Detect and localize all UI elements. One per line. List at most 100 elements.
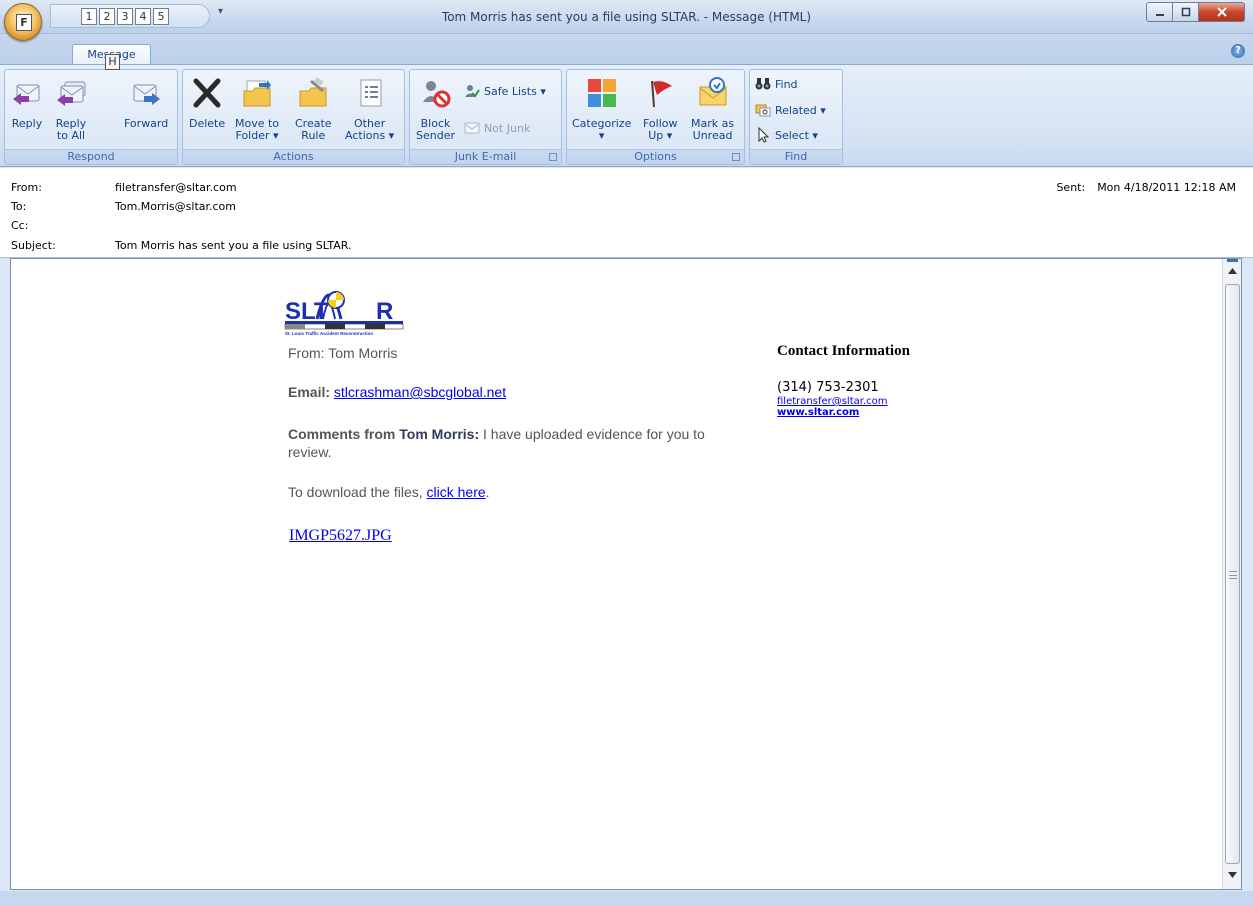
logo-text-left: SLT xyxy=(285,298,329,325)
comments-text-2: review. xyxy=(288,444,332,460)
follow-up-button[interactable]: Follow Up ▾ xyxy=(643,76,678,142)
categorize-label-2: ▾ xyxy=(598,129,605,142)
download-link[interactable]: click here xyxy=(427,484,486,500)
vertical-scrollbar[interactable] xyxy=(1222,259,1241,889)
to-label: To: xyxy=(11,200,27,213)
contact-title: Contact Information xyxy=(777,343,910,359)
scrollbar-thumb[interactable] xyxy=(1225,284,1240,864)
other-actions-icon xyxy=(353,76,387,110)
header-to-row: To: Tom.Morris@sltar.com xyxy=(11,200,236,213)
comments-text-1: I have uploaded evidence for you to xyxy=(479,426,705,442)
contact-information: Contact Information (314) 753-2301 filet… xyxy=(777,343,910,418)
logo-text-right: R xyxy=(376,298,393,325)
related-label: Related ▾ xyxy=(775,103,826,117)
scroll-down-arrow-icon xyxy=(1228,872,1237,878)
cursor-icon xyxy=(755,127,771,143)
sent-label: Sent: xyxy=(1056,181,1086,194)
message-header: From: filetransfer@sltar.com To: Tom.Morri… xyxy=(0,168,1253,258)
reply-icon xyxy=(10,76,44,110)
download-text: To download the files, xyxy=(288,484,427,500)
group-actions: Delete Move to Folder ▾ Create Rule Othe… xyxy=(182,69,405,165)
contact-website-link[interactable]: www.sltar.com xyxy=(777,407,910,418)
other-actions-button[interactable]: Other Actions ▾ xyxy=(345,76,394,142)
mark-as-unread-button[interactable]: Mark as Unread xyxy=(691,76,734,142)
cc-label: Cc: xyxy=(11,219,29,232)
reply-button[interactable]: Reply xyxy=(10,76,44,130)
header-cc-row: Cc: xyxy=(11,219,115,232)
forward-button[interactable]: Forward xyxy=(124,76,168,130)
move-to-folder-button[interactable]: Move to Folder ▾ xyxy=(235,76,279,142)
group-options-label: Options xyxy=(567,149,744,164)
not-junk-icon xyxy=(464,120,480,136)
sender-email-line: Email: stlcrashman@sbcglobal.net xyxy=(288,384,506,400)
mark-unread-icon xyxy=(696,76,730,110)
binoculars-icon xyxy=(755,76,771,92)
group-find-label: Find xyxy=(750,149,842,164)
safe-lists-button[interactable]: Safe Lists ▾ xyxy=(464,83,546,99)
group-junk-email: Block Sender Safe Lists ▾ Not Junk Junk … xyxy=(409,69,562,165)
create-rule-button[interactable]: Create Rule xyxy=(295,76,332,142)
sent-date: Sent: Mon 4/18/2011 12:18 AM xyxy=(1056,181,1236,194)
block-sender-button[interactable]: Block Sender xyxy=(416,76,455,142)
sender-email-link[interactable]: stlcrashman@sbcglobal.net xyxy=(334,384,506,400)
to-address[interactable]: Tom.Morris@sltar.com xyxy=(115,200,236,213)
from-address[interactable]: filetransfer@sltar.com xyxy=(115,181,237,194)
options-dialog-launcher[interactable] xyxy=(732,153,740,161)
delete-button[interactable]: Delete xyxy=(189,76,225,130)
download-line: To download the files, click here. xyxy=(288,484,490,500)
office-button[interactable]: F xyxy=(4,3,42,41)
junk-email-dialog-launcher[interactable] xyxy=(549,153,557,161)
group-junk-email-label: Junk E-mail xyxy=(410,149,561,164)
block-sender-label-2: Sender xyxy=(416,129,455,142)
split-handle[interactable] xyxy=(1227,259,1238,262)
email-label: Email: xyxy=(288,384,331,400)
group-actions-label: Actions xyxy=(183,149,404,164)
scrollbar-grip xyxy=(1229,571,1237,579)
create-rule-icon xyxy=(296,76,330,110)
minimize-icon xyxy=(1155,14,1164,16)
maximize-button[interactable] xyxy=(1173,2,1199,22)
group-respond: Reply Reply to All Forward Respond xyxy=(4,69,178,165)
comments-label: Comments from xyxy=(288,426,396,442)
contact-phone: (314) 753-2301 xyxy=(777,380,879,395)
minimize-button[interactable] xyxy=(1146,2,1173,22)
comments-block: Comments from Tom Morris: I have uploade… xyxy=(288,425,758,461)
group-find: Find Related ▾ Select ▾ Find xyxy=(749,69,843,165)
reply-all-button[interactable]: Reply to All xyxy=(54,76,88,142)
attachment-file-link[interactable]: IMGP5627.JPG xyxy=(289,527,392,545)
ribbon-tab-row: Message xyxy=(0,34,1253,66)
mark-as-unread-label-2: Unread xyxy=(692,129,733,142)
title-bar: 1 2 3 4 5 ▾ Tom Morris has sent you a fi… xyxy=(0,0,1253,34)
move-to-folder-icon xyxy=(240,76,274,110)
delete-icon xyxy=(190,76,224,110)
window-controls xyxy=(1146,2,1245,22)
categorize-button[interactable]: Categorize ▾ xyxy=(572,76,631,142)
group-respond-label: Respond xyxy=(5,149,177,164)
header-subject-row: Subject: Tom Morris has sent you a file u… xyxy=(11,239,352,252)
reply-label: Reply xyxy=(11,117,43,130)
sender-line: From: Tom Morris xyxy=(288,345,398,361)
move-to-folder-label-2: Folder ▾ xyxy=(235,129,279,142)
scroll-up-button[interactable] xyxy=(1226,267,1239,279)
other-actions-label-2: Actions ▾ xyxy=(345,129,395,142)
follow-up-label-2: Up ▾ xyxy=(648,129,673,142)
create-rule-label-2: Rule xyxy=(301,129,326,142)
subject-text: Tom Morris has sent you a file using SLT… xyxy=(115,239,352,252)
help-icon[interactable]: ? xyxy=(1231,44,1245,58)
related-button[interactable]: Related ▾ xyxy=(755,102,826,118)
contact-email-link[interactable]: filetransfer@sltar.com xyxy=(777,396,910,407)
select-button[interactable]: Select ▾ xyxy=(755,127,818,143)
message-body[interactable]: SLT R St. Louis Traffic Accident Reconst… xyxy=(10,258,1242,890)
find-label: Find xyxy=(775,77,798,91)
close-button[interactable] xyxy=(1199,2,1245,22)
subject-label: Subject: xyxy=(11,239,56,252)
scroll-down-button[interactable] xyxy=(1226,871,1239,883)
group-options: Categorize ▾ Follow Up ▾ Mark as Unread … xyxy=(566,69,745,165)
forward-label: Forward xyxy=(124,117,169,130)
not-junk-button[interactable]: Not Junk xyxy=(464,120,530,136)
find-button[interactable]: Find xyxy=(755,76,798,92)
window-bottom-border xyxy=(0,891,1253,905)
comments-name: Tom Morris: xyxy=(399,426,480,442)
categorize-icon xyxy=(585,76,619,110)
window-title: Tom Morris has sent you a file using SLT… xyxy=(441,10,812,24)
